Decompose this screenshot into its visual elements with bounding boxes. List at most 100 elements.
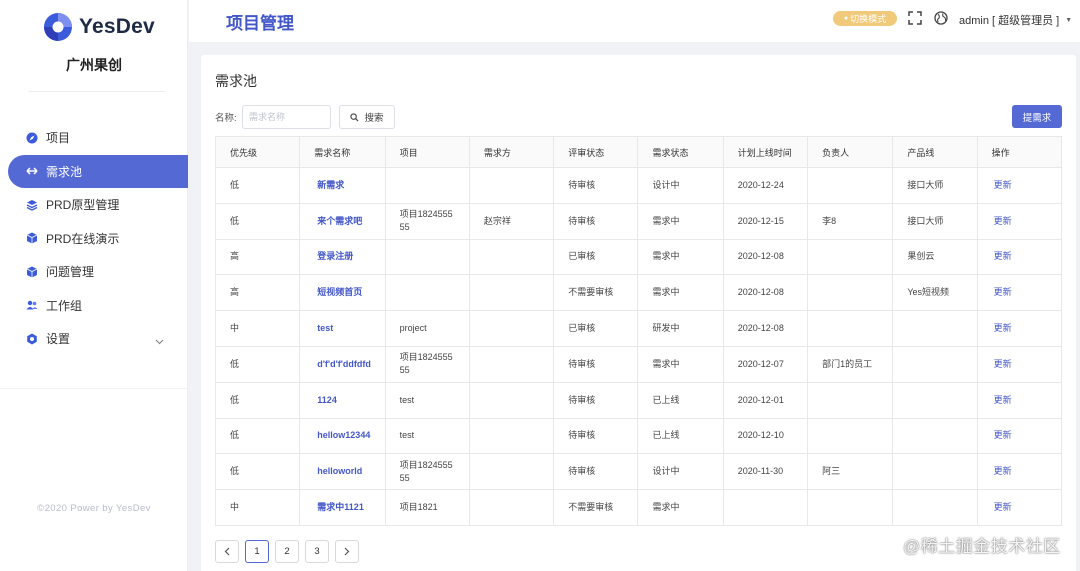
- cell-requirement-status: 已上线: [637, 381, 724, 419]
- cell-requirement-name[interactable]: 短视频首页: [299, 274, 386, 312]
- column-header: 评审状态: [553, 136, 639, 168]
- cell-priority: 中: [214, 310, 301, 347]
- cell-requester: [468, 167, 555, 204]
- user-name: admin [ 超级管理员 ]: [959, 15, 1060, 27]
- cell-planned-date: [722, 489, 809, 526]
- fullscreen-icon[interactable]: [908, 11, 922, 25]
- cell-requester: [468, 417, 555, 455]
- update-link[interactable]: 更新: [976, 453, 1063, 491]
- user-menu[interactable]: admin [ 超级管理员 ] ▼: [959, 12, 1072, 28]
- cell-review-status: 待审核: [553, 167, 639, 204]
- cell-requirement-status: 已上线: [637, 417, 724, 455]
- cell-project: 项目1821: [384, 489, 470, 526]
- update-link[interactable]: 更新: [976, 202, 1063, 240]
- update-link[interactable]: 更新: [976, 238, 1063, 276]
- logo-mark-icon: [44, 13, 72, 41]
- table-header-row: 优先级 需求名称 项目 需求方 评审状态 需求状态 计划上线时间 负责人 产品线…: [214, 136, 1063, 168]
- page-button[interactable]: 1: [245, 540, 269, 563]
- update-link[interactable]: 更新: [976, 417, 1063, 455]
- sidebar-menu: 项目 需求池 PRD原型管理 PRD在线演示 问题管理 工作组 设置: [8, 121, 188, 356]
- cell-requirement-name[interactable]: 1124: [299, 381, 386, 419]
- column-header: 项目: [384, 136, 470, 168]
- cell-planned-date: 2020-12-01: [722, 381, 809, 419]
- update-link[interactable]: 更新: [976, 345, 1063, 383]
- cell-requirement-name[interactable]: hellow12344: [299, 417, 386, 455]
- cell-requirement-name[interactable]: test: [299, 310, 386, 347]
- update-link[interactable]: 更新: [976, 489, 1063, 526]
- cell-requirement-name[interactable]: 登录注册: [299, 238, 386, 276]
- cell-project: project: [384, 310, 470, 347]
- gear-icon: [26, 333, 38, 345]
- cell-requirement-status: 需求中: [637, 238, 724, 276]
- cell-requirement-name[interactable]: 新需求: [299, 167, 386, 204]
- prev-page-button[interactable]: [215, 540, 239, 563]
- requirement-table: 优先级 需求名称 项目 需求方 评审状态 需求状态 计划上线时间 负责人 产品线…: [214, 136, 1063, 526]
- compass-icon: [26, 132, 38, 144]
- column-header: 需求方: [468, 136, 555, 168]
- cell-requirement-name[interactable]: 来个需求吧: [299, 202, 386, 240]
- table-row: 高短视频首页 不需要审核 需求中 2020-12-08 Yes短视频 更新: [214, 274, 1063, 312]
- switch-mode-button[interactable]: ● 切换模式: [833, 11, 897, 26]
- cell-priority: 中: [214, 489, 301, 526]
- sidebar-item-prd-demo[interactable]: PRD在线演示: [8, 222, 188, 256]
- cell-requirement-name[interactable]: d'f'd'f'ddfdfd: [299, 345, 386, 383]
- page-button[interactable]: 2: [275, 540, 299, 563]
- cell-product-line: [892, 489, 978, 526]
- search-input[interactable]: [242, 105, 331, 129]
- switch-mode-label: 切换模式: [850, 14, 887, 24]
- table-row: 低来个需求吧 项目182455555 赵宗祥 待审核 需求中 2020-12-15 李8 接口…: [214, 202, 1063, 240]
- cell-owner: [807, 310, 894, 347]
- update-link[interactable]: 更新: [976, 310, 1063, 347]
- cell-priority: 高: [214, 274, 301, 312]
- cell-planned-date: 2020-11-30: [722, 453, 809, 491]
- globe-icon[interactable]: [934, 11, 948, 25]
- sidebar-item-prd-prototype[interactable]: PRD原型管理: [8, 188, 188, 222]
- top-bar: 项目管理 ● 切换模式 admin [ 超级管理员 ] ▼: [189, 0, 1080, 42]
- cell-product-line: [892, 417, 978, 455]
- cell-requirement-status: 需求中: [637, 274, 724, 312]
- cell-product-line: 接口大师: [892, 202, 978, 240]
- cell-project: 项目182455555: [384, 453, 470, 491]
- update-link[interactable]: 更新: [976, 381, 1063, 419]
- column-header: 计划上线时间: [722, 136, 809, 168]
- cell-review-status: 不需要审核: [553, 489, 639, 526]
- column-header: 需求状态: [637, 136, 724, 168]
- cell-owner: [807, 167, 894, 204]
- sidebar-item-projects[interactable]: 项目: [8, 121, 188, 155]
- table-row: 中需求中1121 项目1821 不需要审核 需求中 更新: [214, 489, 1063, 526]
- sidebar-item-workgroup[interactable]: 工作组: [8, 289, 188, 323]
- table-row: 低 d'f'd'f'ddfdfd 项目182455555 待审核 需求中 2020-12-…: [214, 345, 1063, 383]
- search-button[interactable]: 搜索: [339, 105, 395, 129]
- sidebar-item-issues[interactable]: 问题管理: [8, 255, 188, 289]
- page-button[interactable]: 3: [305, 540, 329, 563]
- next-page-button[interactable]: [335, 540, 359, 563]
- update-link[interactable]: 更新: [976, 274, 1063, 312]
- cell-review-status: 待审核: [553, 417, 639, 455]
- copyright: ©2020 Power by YesDev: [37, 503, 151, 514]
- chevron-down-icon: [155, 334, 164, 348]
- cell-requirement-name[interactable]: helloworld: [299, 453, 386, 491]
- cell-product-line: [892, 310, 978, 347]
- cell-requester: [468, 274, 555, 312]
- submit-requirement-button[interactable]: 提需求: [1012, 105, 1062, 128]
- cell-requester: [468, 238, 555, 276]
- cell-review-status: 已审核: [553, 310, 639, 347]
- cell-owner: 部门1的员工: [807, 345, 894, 383]
- cell-owner: [807, 381, 894, 419]
- cell-product-line: [892, 345, 978, 383]
- table-body: 低新需求 待审核 设计中 2020-12-24 接口大师 更新低来个需求吧 项目182455…: [214, 167, 1063, 526]
- cell-owner: [807, 417, 894, 455]
- sidebar-item-label: 需求池: [46, 164, 83, 179]
- sidebar-item-requirement-pool[interactable]: 需求池: [8, 154, 188, 188]
- page-title: 项目管理: [226, 14, 294, 33]
- sidebar-item-settings[interactable]: 设置: [8, 322, 188, 356]
- cell-project: [384, 238, 470, 276]
- cell-owner: [807, 238, 894, 276]
- cell-project: [384, 167, 470, 204]
- table-row: 中 test project 已审核 研发中 2020-12-08 更新: [214, 310, 1063, 347]
- org-name: 广州果创: [66, 57, 122, 73]
- cell-requirement-status: 需求中: [637, 202, 724, 240]
- cell-requirement-name[interactable]: 需求中1121: [299, 489, 386, 526]
- card-title: 需求池: [215, 73, 257, 89]
- update-link[interactable]: 更新: [976, 167, 1063, 204]
